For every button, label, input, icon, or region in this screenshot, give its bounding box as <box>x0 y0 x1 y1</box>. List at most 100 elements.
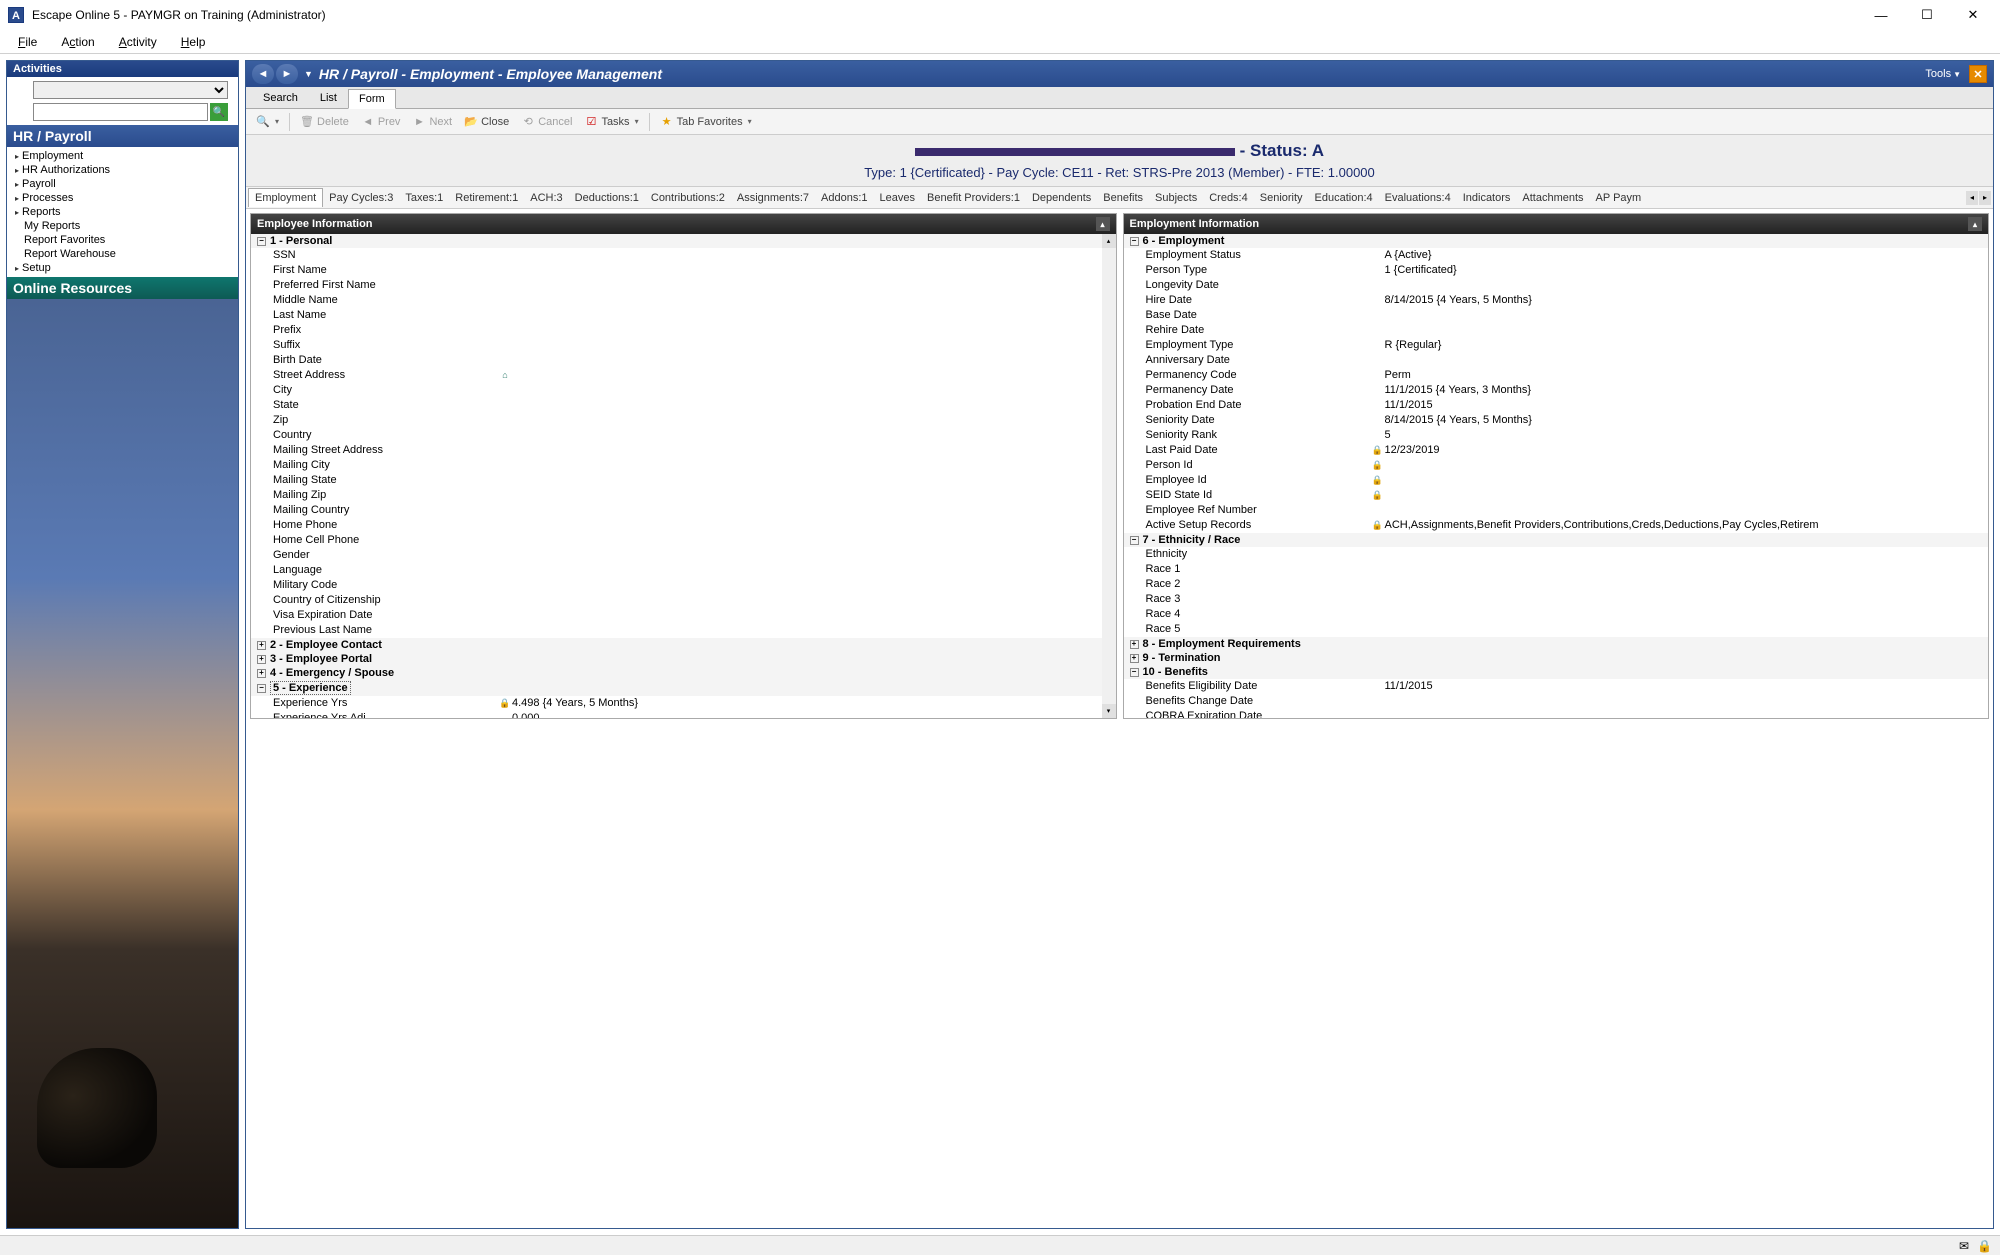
field-country-of-citizenship[interactable]: Country of Citizenship <box>251 593 1116 608</box>
field-home-phone[interactable]: Home Phone <box>251 518 1116 533</box>
dtab-deductions-1[interactable]: Deductions:1 <box>569 189 645 207</box>
prev-button[interactable]: ◄Prev <box>357 113 405 131</box>
dtab-benefits[interactable]: Benefits <box>1097 189 1149 207</box>
subtab-list[interactable]: List <box>309 88 348 108</box>
group-employment[interactable]: −6 - Employment <box>1124 234 1989 248</box>
cancel-button[interactable]: ⟲Cancel <box>517 113 576 131</box>
field-value[interactable] <box>1385 278 1983 293</box>
group-employee-contact[interactable]: +2 - Employee Contact <box>251 638 1116 652</box>
field-value[interactable]: 8/14/2015 {4 Years, 5 Months} <box>1385 413 1983 428</box>
field-value[interactable] <box>512 383 1110 398</box>
field-value[interactable]: 12/23/2019 <box>1385 443 1983 458</box>
field-last-name[interactable]: Last Name <box>251 308 1116 323</box>
sidebar-item-my-reports[interactable]: My Reports <box>7 219 238 233</box>
close-tab-button[interactable]: ✕ <box>1969 65 1987 83</box>
field-value[interactable]: 4.498 {4 Years, 5 Months} <box>512 696 1110 711</box>
sidebar-item-report-favorites[interactable]: Report Favorites <box>7 233 238 247</box>
dtab-ap-paym[interactable]: AP Paym <box>1590 189 1648 207</box>
field-value[interactable]: 0.000 <box>512 711 1110 718</box>
expand-icon[interactable]: + <box>257 641 266 650</box>
field-experience-yrs-adj[interactable]: Experience Yrs Adj0.000 <box>251 711 1116 718</box>
tab-favorites-button[interactable]: ★Tab Favorites▾ <box>656 113 756 131</box>
field-preferred-first-name[interactable]: Preferred First Name <box>251 278 1116 293</box>
field-value[interactable]: Perm <box>1385 368 1983 383</box>
field-longevity-date[interactable]: Longevity Date <box>1124 278 1989 293</box>
group-personal[interactable]: −1 - Personal <box>251 234 1116 248</box>
field-visa-expiration-date[interactable]: Visa Expiration Date <box>251 608 1116 623</box>
group-termination[interactable]: +9 - Termination <box>1124 651 1989 665</box>
field-city[interactable]: City <box>251 383 1116 398</box>
field-value[interactable] <box>1385 694 1983 709</box>
field-value[interactable] <box>1385 353 1983 368</box>
field-value[interactable] <box>512 443 1110 458</box>
field-street-address[interactable]: Street Address⌂ <box>251 368 1116 383</box>
field-hire-date[interactable]: Hire Date8/14/2015 {4 Years, 5 Months} <box>1124 293 1989 308</box>
field-race-2[interactable]: Race 2 <box>1124 577 1989 592</box>
field-race-4[interactable]: Race 4 <box>1124 607 1989 622</box>
field-race-3[interactable]: Race 3 <box>1124 592 1989 607</box>
field-race-1[interactable]: Race 1 <box>1124 562 1989 577</box>
field-zip[interactable]: Zip <box>251 413 1116 428</box>
field-experience-yrs[interactable]: Experience Yrs🔒4.498 {4 Years, 5 Months} <box>251 696 1116 711</box>
field-value[interactable]: 11/1/2015 <box>1385 398 1983 413</box>
zoom-button[interactable]: 🔍▾ <box>252 113 283 131</box>
field-employment-status[interactable]: Employment StatusA {Active} <box>1124 248 1989 263</box>
field-first-name[interactable]: First Name <box>251 263 1116 278</box>
dtab-seniority[interactable]: Seniority <box>1254 189 1309 207</box>
hr-payroll-section[interactable]: HR / Payroll <box>7 125 238 147</box>
field-military-code[interactable]: Military Code <box>251 578 1116 593</box>
field-value[interactable] <box>512 578 1110 593</box>
field-rehire-date[interactable]: Rehire Date <box>1124 323 1989 338</box>
dtab-leaves[interactable]: Leaves <box>874 189 921 207</box>
field-value[interactable]: R {Regular} <box>1385 338 1983 353</box>
expand-icon[interactable]: + <box>257 669 266 678</box>
dtab-attachments[interactable]: Attachments <box>1516 189 1589 207</box>
nav-forward-button[interactable]: ► <box>276 64 298 84</box>
field-gender[interactable]: Gender <box>251 548 1116 563</box>
sidebar-item-report-warehouse[interactable]: Report Warehouse <box>7 247 238 261</box>
expand-icon[interactable]: − <box>1130 237 1139 246</box>
field-ethnicity[interactable]: Ethnicity <box>1124 547 1989 562</box>
field-value[interactable] <box>512 413 1110 428</box>
field-value[interactable]: 1 {Certificated} <box>1385 263 1983 278</box>
field-active-setup-records[interactable]: Active Setup Records🔒ACH,Assignments,Ben… <box>1124 518 1989 533</box>
field-permanency-code[interactable]: Permanency CodePerm <box>1124 368 1989 383</box>
field-permanency-date[interactable]: Permanency Date11/1/2015 {4 Years, 3 Mon… <box>1124 383 1989 398</box>
field-probation-end-date[interactable]: Probation End Date11/1/2015 <box>1124 398 1989 413</box>
dtab-indicators[interactable]: Indicators <box>1457 189 1517 207</box>
group-benefits[interactable]: −10 - Benefits <box>1124 665 1989 679</box>
field-value[interactable] <box>512 608 1110 623</box>
field-value[interactable] <box>512 398 1110 413</box>
field-value[interactable] <box>512 278 1110 293</box>
maximize-button[interactable]: ☐ <box>1912 5 1942 25</box>
tools-menu[interactable]: Tools <box>1925 68 1951 80</box>
field-value[interactable] <box>1385 488 1983 503</box>
sidebar-item-processes[interactable]: Processes <box>7 191 238 205</box>
field-seid-state-id[interactable]: SEID State Id🔒 <box>1124 488 1989 503</box>
field-value[interactable] <box>1385 473 1983 488</box>
field-base-date[interactable]: Base Date <box>1124 308 1989 323</box>
field-value[interactable] <box>512 263 1110 278</box>
sidebar-item-setup[interactable]: Setup <box>7 261 238 275</box>
tasks-button[interactable]: ☑Tasks▾ <box>580 113 642 131</box>
sidebar-item-payroll[interactable]: Payroll <box>7 177 238 191</box>
subtab-form[interactable]: Form <box>348 89 396 109</box>
field-value[interactable] <box>512 593 1110 608</box>
field-value[interactable] <box>512 338 1110 353</box>
field-value[interactable] <box>512 248 1110 263</box>
group-experience[interactable]: −5 - Experience <box>251 680 1116 696</box>
expand-icon[interactable]: + <box>1130 640 1139 649</box>
sidebar-item-employment[interactable]: Employment <box>7 149 238 163</box>
dtab-employment[interactable]: Employment <box>248 188 323 207</box>
field-value[interactable] <box>1385 458 1983 473</box>
field-value[interactable] <box>1385 547 1983 562</box>
dtab-addons-1[interactable]: Addons:1 <box>815 189 873 207</box>
field-benefits-eligibility-date[interactable]: Benefits Eligibility Date11/1/2015 <box>1124 679 1989 694</box>
expand-icon[interactable]: − <box>257 684 266 693</box>
field-home-cell-phone[interactable]: Home Cell Phone <box>251 533 1116 548</box>
field-mailing-zip[interactable]: Mailing Zip <box>251 488 1116 503</box>
dtab-assignments-7[interactable]: Assignments:7 <box>731 189 815 207</box>
field-value[interactable] <box>512 323 1110 338</box>
field-person-type[interactable]: Person Type1 {Certificated} <box>1124 263 1989 278</box>
menu-activity[interactable]: Activity <box>119 35 157 49</box>
